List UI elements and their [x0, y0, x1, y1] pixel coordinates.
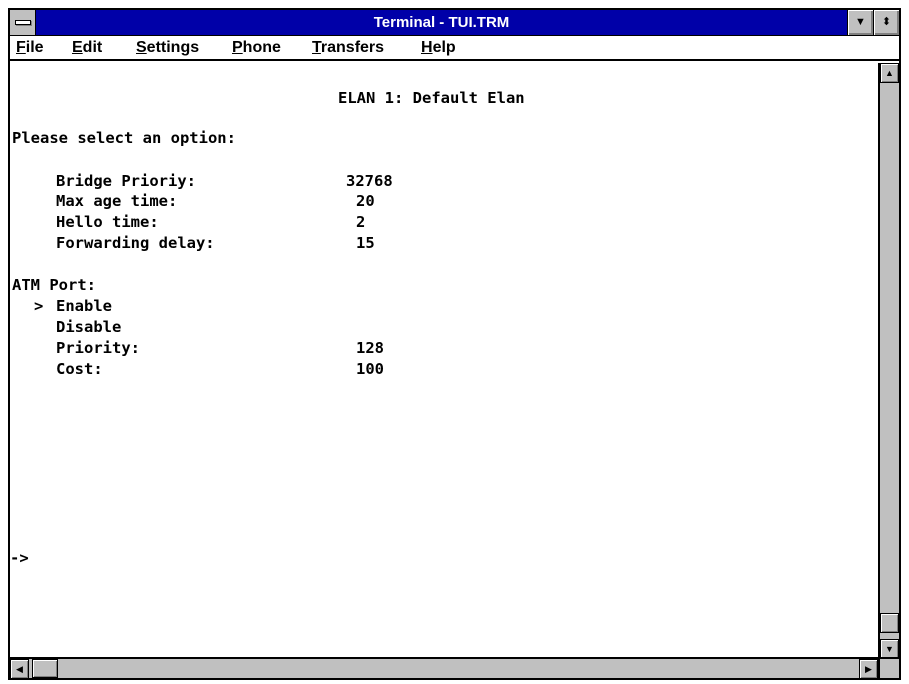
system-menu-icon — [15, 20, 31, 25]
setting-label: Max age time: — [56, 192, 178, 210]
selection-cursor: > — [34, 297, 44, 315]
menu-phone[interactable]: Phone — [232, 36, 281, 59]
setting-label: Bridge Prioriy: — [56, 172, 196, 190]
horizontal-scroll-thumb[interactable] — [32, 659, 58, 678]
vertical-scrollbar[interactable]: ▲ ▼ — [878, 63, 899, 659]
terminal-window: Terminal - TUI.TRM ▼ ⬍ File Edit Setting… — [8, 8, 901, 680]
field-label: Cost: — [56, 360, 103, 378]
field-value: 128 — [356, 339, 384, 357]
setting-value: 20 — [356, 192, 375, 210]
setting-value: 2 — [356, 213, 366, 231]
field-label: Priority: — [56, 339, 140, 357]
setting-label: Forwarding delay: — [56, 234, 215, 252]
scrollbar-corner — [878, 657, 899, 678]
elan-header: ELAN 1: Default Elan — [338, 89, 525, 107]
scroll-left-button[interactable]: ◀ — [10, 659, 29, 679]
prompt-text: Please select an option: — [12, 129, 236, 147]
vertical-scroll-thumb[interactable] — [880, 613, 899, 633]
terminal-screen[interactable]: ELAN 1: Default Elan Please select an op… — [10, 63, 878, 659]
setting-value: 15 — [356, 234, 375, 252]
minimize-button[interactable]: ▼ — [847, 10, 873, 35]
horizontal-scrollbar[interactable]: ◀ ▶ — [10, 657, 878, 679]
window-title: Terminal - TUI.TRM — [373, 14, 510, 31]
menu-file[interactable]: File — [16, 36, 44, 59]
menu-transfers[interactable]: Transfers — [312, 36, 384, 59]
menu-edit[interactable]: Edit — [72, 36, 102, 59]
scroll-up-button[interactable]: ▲ — [880, 63, 899, 83]
maximize-button[interactable]: ⬍ — [873, 10, 899, 35]
field-value: 100 — [356, 360, 384, 378]
system-menu-button[interactable] — [10, 10, 36, 35]
command-prompt: -> — [10, 549, 29, 567]
scroll-down-button[interactable]: ▼ — [880, 639, 899, 659]
setting-label: Hello time: — [56, 213, 159, 231]
setting-value: 32768 — [346, 172, 393, 190]
scroll-right-button[interactable]: ▶ — [859, 659, 878, 679]
option-disable[interactable]: Disable — [56, 317, 121, 337]
title-bar[interactable]: Terminal - TUI.TRM ▼ ⬍ — [10, 10, 899, 36]
menu-settings[interactable]: Settings — [136, 36, 199, 59]
menu-bar: File Edit Settings Phone Transfers Help — [10, 36, 899, 61]
option-enable[interactable]: Enable — [56, 296, 112, 316]
menu-help[interactable]: Help — [421, 36, 456, 59]
atm-port-heading: ATM Port: — [12, 276, 96, 294]
